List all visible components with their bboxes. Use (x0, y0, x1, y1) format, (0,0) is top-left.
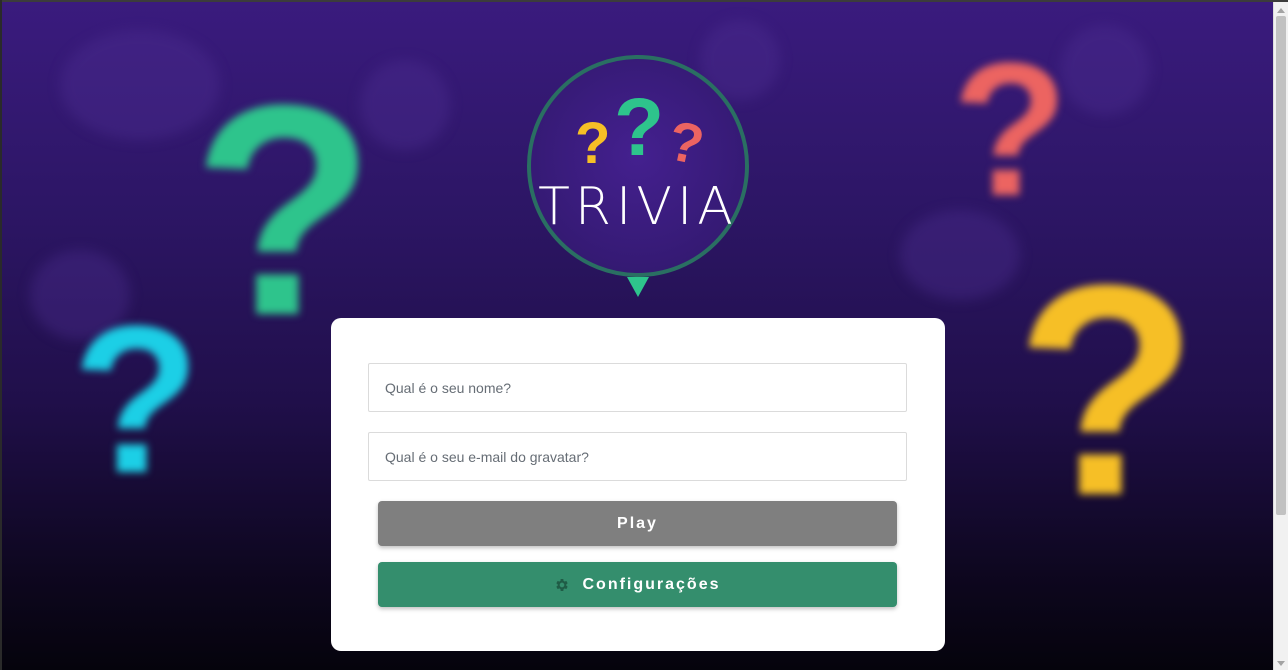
page-background: ? ? ? ? ? ? ? TRIVIA Play Configurações (0, 0, 1273, 670)
play-button[interactable]: Play (378, 501, 897, 546)
logo-question-mark-yellow: ? (575, 111, 611, 176)
scroll-down-arrow-icon[interactable] (1277, 661, 1285, 666)
background-question-mark-cyan: ? (72, 282, 201, 517)
gear-icon (556, 578, 569, 591)
window-left-border (0, 0, 2, 670)
settings-button[interactable]: Configurações (378, 562, 897, 607)
scroll-up-arrow-icon[interactable] (1277, 8, 1285, 13)
login-card: Play Configurações (331, 318, 945, 651)
logo-question-mark-green: ? (614, 82, 665, 173)
email-input[interactable] (368, 432, 907, 481)
background-blob (1060, 25, 1150, 115)
trivia-logo: ? ? ? TRIVIA (527, 55, 749, 277)
logo-title: TRIVIA (538, 177, 738, 237)
name-input[interactable] (368, 363, 907, 412)
settings-button-label: Configurações (582, 575, 721, 593)
window-top-border (0, 0, 1288, 2)
logo-question-mark-coral: ? (662, 108, 710, 177)
logo-pointer (627, 277, 649, 297)
scrollbar-thumb[interactable] (1276, 16, 1286, 515)
background-question-mark-green: ? (192, 42, 376, 378)
background-question-mark-yellow: ? (1015, 222, 1199, 558)
background-question-mark-coral: ? (952, 24, 1069, 236)
play-button-label: Play (617, 514, 658, 532)
vertical-scrollbar[interactable] (1273, 0, 1288, 670)
